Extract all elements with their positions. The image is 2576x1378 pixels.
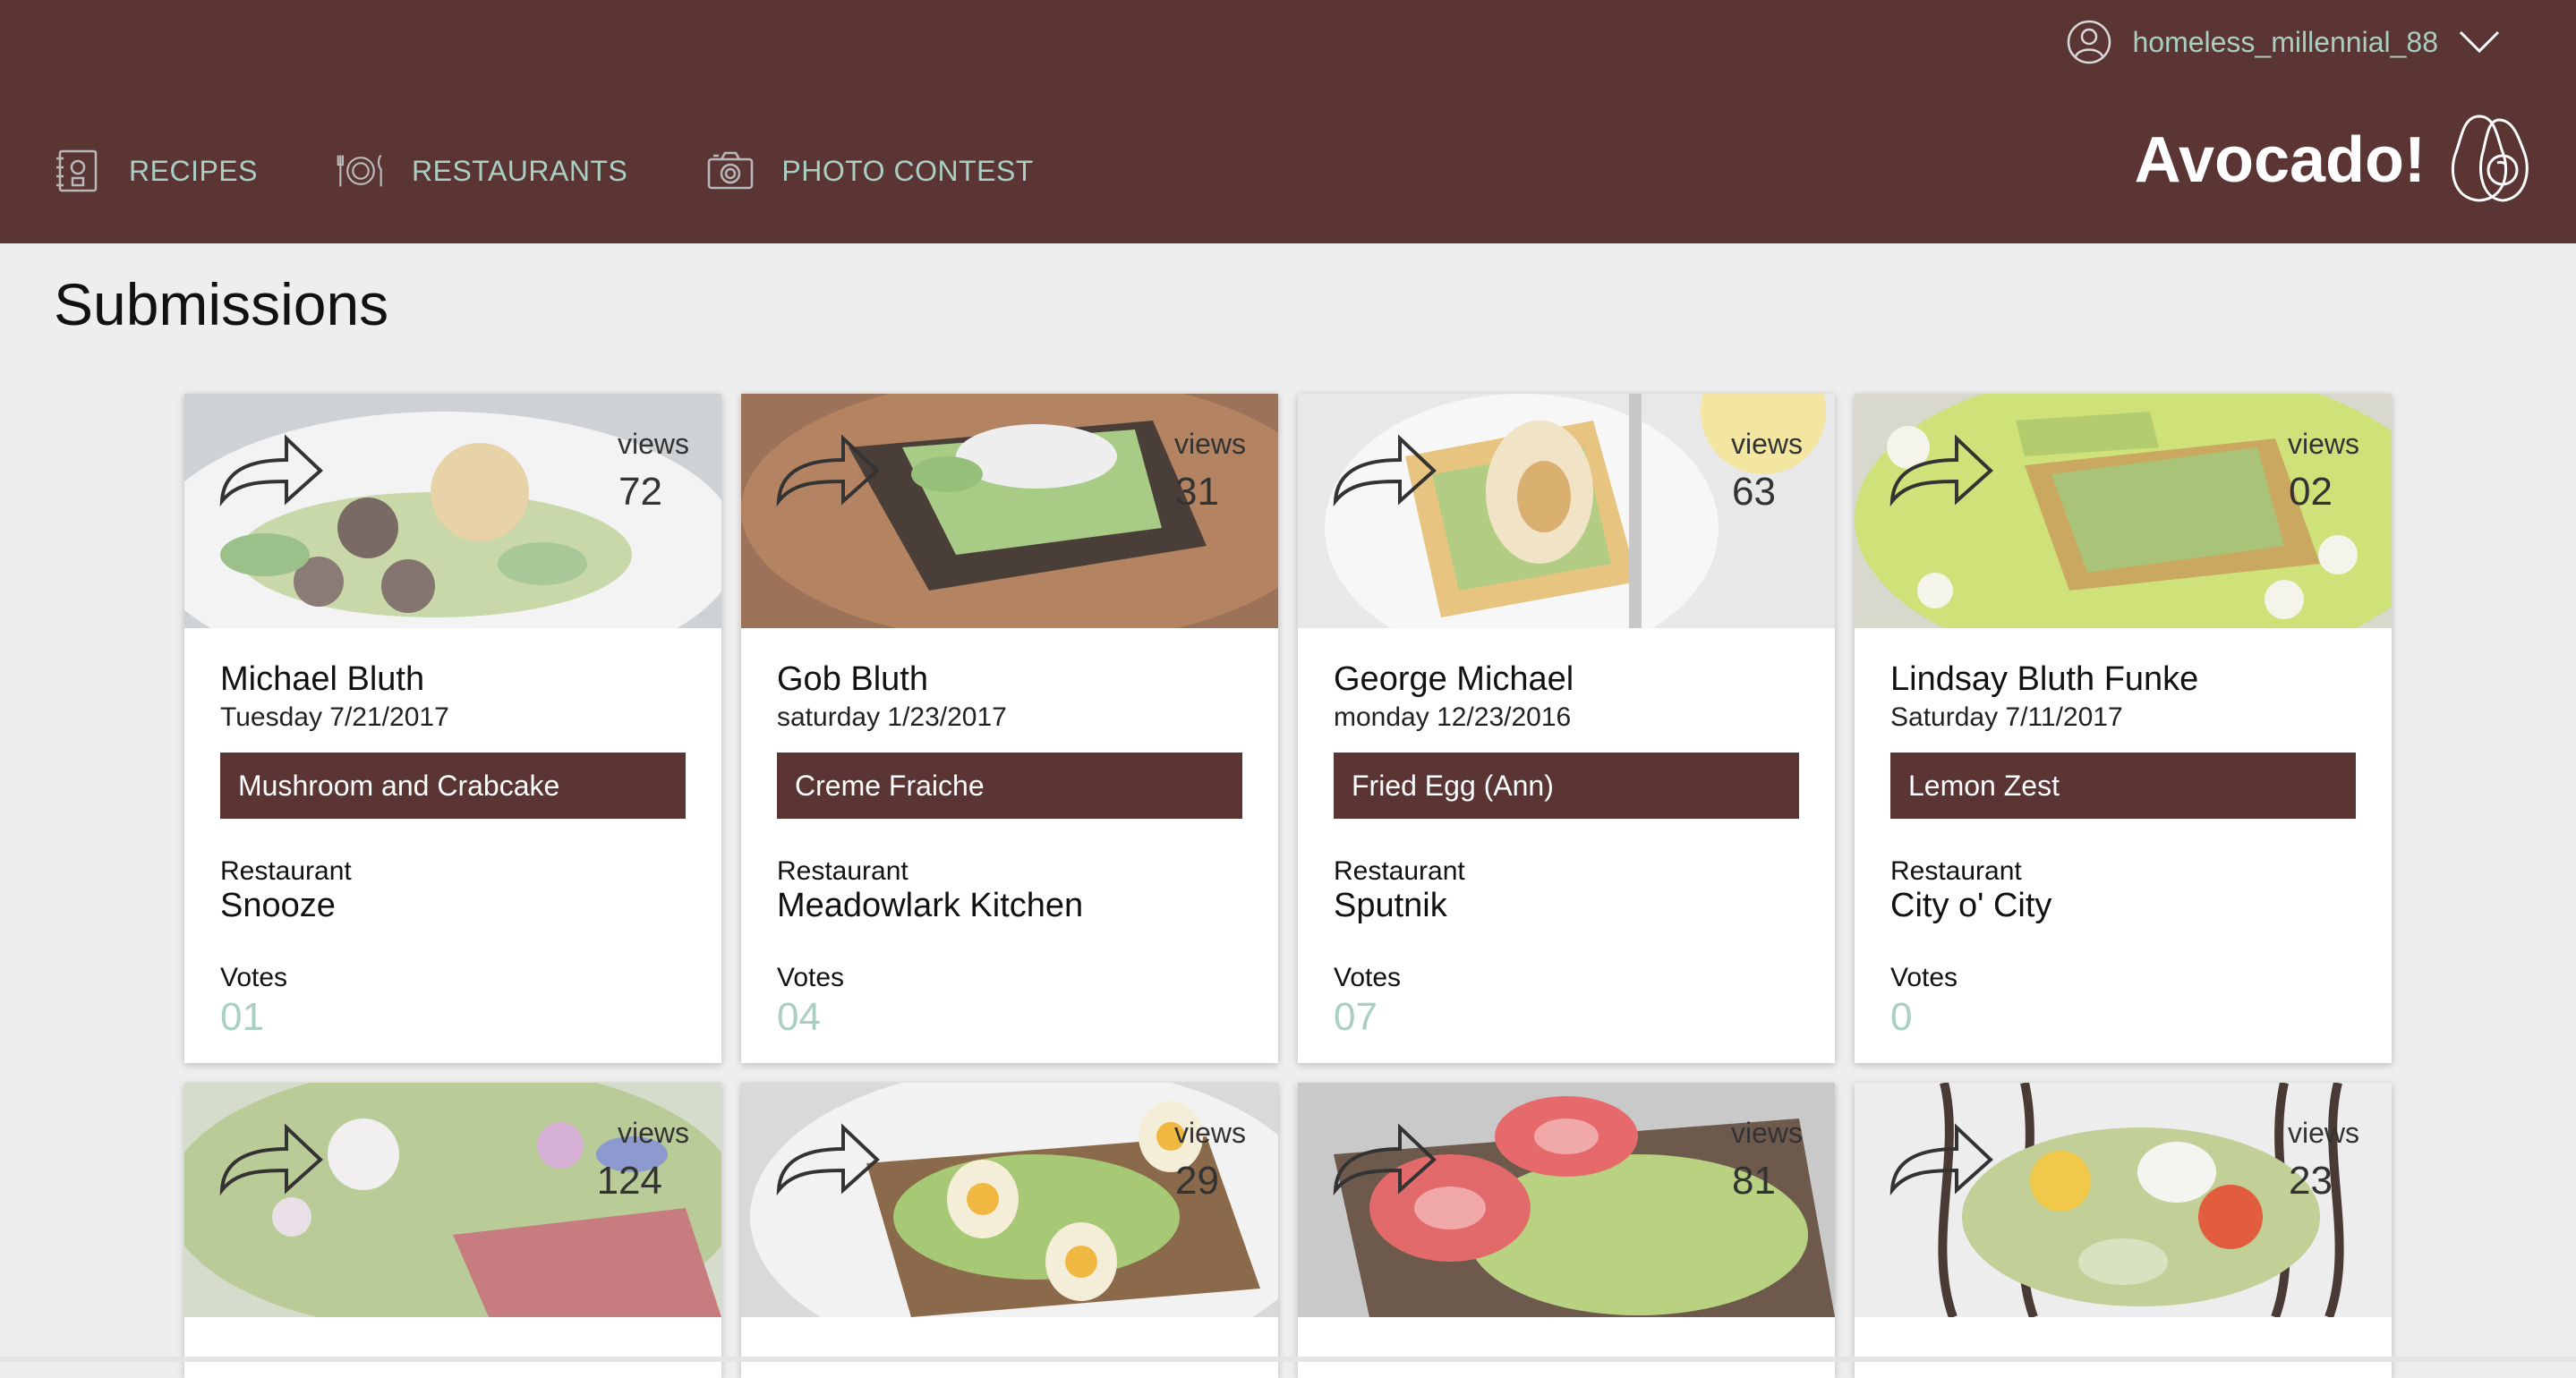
- views-label: views: [1173, 1117, 1246, 1149]
- food-photo[interactable]: views 72: [184, 394, 721, 628]
- nav-label: PHOTO CONTEST: [781, 154, 1034, 187]
- dish-name-badge: Creme Fraiche: [777, 753, 1242, 819]
- submission-card[interactable]: views 23: [1855, 1083, 2392, 1378]
- food-photo[interactable]: views 31: [741, 394, 1278, 628]
- restaurant-label: Restaurant: [777, 856, 908, 886]
- views-label: views: [617, 428, 689, 460]
- food-photo[interactable]: views 23: [1855, 1083, 2392, 1317]
- nav-label: RESTAURANTS: [411, 154, 628, 187]
- share-arrow-icon[interactable]: [1887, 1122, 1996, 1200]
- camera-icon: [706, 147, 755, 195]
- submitter-name: Lindsay Bluth Funke: [1890, 660, 2199, 698]
- submission-date: saturday 1/23/2017: [777, 702, 1007, 732]
- restaurant-label: Restaurant: [1334, 856, 1465, 886]
- top-header: homeless_millennial_88 RECIPES RESTAURAN…: [0, 0, 2576, 243]
- views-label: views: [2287, 1117, 2359, 1149]
- views-count: 23: [2289, 1159, 2333, 1203]
- views-counter: views 23: [2288, 1117, 2359, 1204]
- votes-label: Votes: [1334, 963, 1402, 992]
- submission-card[interactable]: views 29: [741, 1083, 1278, 1378]
- nav-label: RECIPES: [129, 154, 258, 187]
- restaurant-name: Snooze: [220, 887, 336, 924]
- views-label: views: [1730, 1117, 1803, 1149]
- plate-cutlery-icon: [337, 147, 385, 195]
- views-count: 72: [618, 470, 662, 514]
- submission-card[interactable]: views 02 Lindsay Bluth Funke Saturday 7/…: [1855, 394, 2392, 1063]
- brand-name: Avocado!: [2134, 124, 2426, 196]
- share-arrow-icon[interactable]: [773, 1122, 883, 1200]
- submitter-name: Michael Bluth: [220, 660, 425, 698]
- submitter-name: George Michael: [1334, 660, 1574, 698]
- views-label: views: [1173, 428, 1246, 460]
- views-counter: views 02: [2288, 428, 2359, 515]
- submission-card[interactable]: views 63 George Michael monday 12/23/201…: [1298, 394, 1835, 1063]
- dish-name-badge: Fried Egg (Ann): [1334, 753, 1799, 819]
- views-count: 29: [1175, 1159, 1219, 1203]
- submission-date: monday 12/23/2016: [1334, 702, 1572, 732]
- share-arrow-icon[interactable]: [217, 433, 326, 511]
- submissions-grid: views 72 Michael Bluth Tuesday 7/21/2017…: [184, 394, 2392, 1378]
- submitter-name: Gob Bluth: [777, 660, 928, 698]
- votes-count: 0: [1890, 995, 1913, 1039]
- submission-date: Tuesday 7/21/2017: [220, 702, 449, 732]
- submission-date: Saturday 7/11/2017: [1890, 702, 2123, 732]
- share-arrow-icon[interactable]: [1330, 433, 1439, 511]
- main-nav: RECIPES RESTAURANTS PHOTO CONTEST: [54, 147, 1113, 195]
- share-arrow-icon[interactable]: [773, 433, 883, 511]
- restaurant-name: Meadowlark Kitchen: [777, 887, 1084, 924]
- votes-count: 04: [777, 995, 821, 1039]
- submission-card[interactable]: views 124: [184, 1083, 721, 1378]
- user-menu[interactable]: homeless_millennial_88: [2066, 11, 2501, 73]
- restaurant-label: Restaurant: [1890, 856, 2022, 886]
- votes-count: 01: [220, 995, 264, 1039]
- avocado-icon: [2444, 111, 2537, 210]
- views-label: views: [617, 1117, 689, 1149]
- views-count: 02: [2289, 470, 2333, 514]
- dish-name-badge: Lemon Zest: [1890, 753, 2356, 819]
- votes-label: Votes: [777, 963, 845, 992]
- views-count: 81: [1732, 1159, 1776, 1203]
- submission-card[interactable]: views 72 Michael Bluth Tuesday 7/21/2017…: [184, 394, 721, 1063]
- nav-photo-contest[interactable]: PHOTO CONTEST: [706, 147, 1033, 195]
- submission-card[interactable]: views 31 Gob Bluth saturday 1/23/2017 Cr…: [741, 394, 1278, 1063]
- food-photo[interactable]: views 81: [1298, 1083, 1835, 1317]
- views-count: 31: [1175, 470, 1219, 514]
- dish-name-badge: Mushroom and Crabcake: [220, 753, 686, 819]
- views-counter: views 72: [618, 428, 689, 515]
- restaurant-name: Sputnik: [1334, 887, 1447, 924]
- share-arrow-icon[interactable]: [217, 1122, 326, 1200]
- brand-logo[interactable]: Avocado!: [2135, 111, 2537, 209]
- user-avatar-icon[interactable]: [2066, 19, 2112, 65]
- votes-label: Votes: [1890, 963, 1958, 992]
- votes-label: Votes: [220, 963, 288, 992]
- votes-count: 07: [1334, 995, 1378, 1039]
- page-title: Submissions: [54, 271, 389, 337]
- share-arrow-icon[interactable]: [1887, 433, 1996, 511]
- views-counter: views 81: [1731, 1117, 1803, 1204]
- views-counter: views 29: [1174, 1117, 1246, 1204]
- restaurant-label: Restaurant: [220, 856, 352, 886]
- submission-card[interactable]: views 81: [1298, 1083, 1835, 1378]
- views-count: 124: [596, 1159, 662, 1203]
- food-photo[interactable]: views 63: [1298, 394, 1835, 628]
- views-label: views: [2287, 428, 2359, 460]
- views-count: 63: [1732, 470, 1776, 514]
- chevron-down-icon[interactable]: [2458, 29, 2501, 55]
- views-counter: views 31: [1174, 428, 1246, 515]
- food-photo[interactable]: views 124: [184, 1083, 721, 1317]
- views-counter: views 63: [1731, 428, 1803, 515]
- share-arrow-icon[interactable]: [1330, 1122, 1439, 1200]
- page-bottom-edge: [0, 1357, 2576, 1362]
- recipe-book-icon: [54, 147, 102, 195]
- food-photo[interactable]: views 29: [741, 1083, 1278, 1317]
- nav-recipes[interactable]: RECIPES: [54, 147, 258, 195]
- nav-restaurants[interactable]: RESTAURANTS: [337, 147, 627, 195]
- views-counter: views 124: [597, 1117, 689, 1204]
- food-photo[interactable]: views 02: [1855, 394, 2392, 628]
- username-link[interactable]: homeless_millennial_88: [2132, 26, 2438, 59]
- restaurant-name: City o' City: [1890, 887, 2052, 924]
- views-label: views: [1730, 428, 1803, 460]
